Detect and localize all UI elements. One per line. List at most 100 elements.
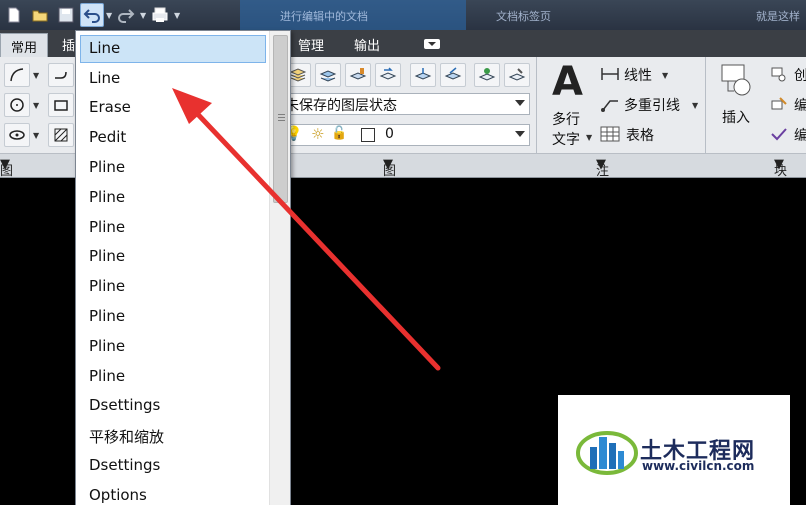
undo-list-item[interactable]: Dsettings (80, 392, 266, 420)
layer-combo[interactable]: 💡 ☼ 🔓 0 (280, 124, 530, 146)
open-file-button[interactable] (28, 3, 52, 27)
undo-list-item[interactable]: Options (80, 482, 266, 505)
undo-dropdown-icon[interactable]: ▼ (106, 11, 114, 20)
annotation-panel-title[interactable]: 注释 ▼ (596, 157, 609, 198)
layer-walk-icon (508, 68, 526, 81)
layer-tool-7-button[interactable] (474, 63, 500, 87)
layer-tool-2-button[interactable] (315, 63, 341, 87)
edit-block-button[interactable]: 编 (770, 93, 806, 117)
scrollbar-thumb[interactable] (273, 35, 288, 203)
multileader-icon (601, 100, 618, 112)
undo-list-item[interactable]: Line (80, 35, 266, 63)
cad-window: ▼ ▼ ▼ 进行编辑中的文档 文档标签页 就是这样 常用 插 管理 输出 ▼ ▼… (0, 0, 806, 505)
tab-output[interactable]: 输出 (354, 35, 380, 54)
create-block-button[interactable]: 创 (770, 63, 806, 87)
rectangle-tool-button[interactable] (48, 93, 74, 117)
undo-list-item[interactable]: Pline (80, 303, 266, 331)
multileader-label: 多重引线 (624, 98, 680, 114)
layer-state-value: 未保存的图层状态 (285, 98, 397, 114)
undo-list-item[interactable]: Erase (80, 94, 266, 122)
ellipse-tool-button[interactable] (4, 123, 30, 147)
text-a-icon: A (552, 59, 583, 105)
title-right-text: 就是这样 (756, 10, 800, 23)
undo-list-item[interactable]: Line (80, 65, 266, 93)
undo-list-item[interactable]: Dsettings (80, 452, 266, 480)
customize-dropdown-icon[interactable]: ▼ (174, 11, 182, 20)
new-file-icon (8, 7, 20, 23)
sun-icon: ☼ (311, 125, 325, 143)
undo-list-item[interactable]: Pline (80, 363, 266, 391)
multiline-text-button[interactable]: A 多行 文字 ▼ (548, 59, 592, 149)
edit-attributes-icon (771, 128, 787, 141)
insert-block-button[interactable]: 插入 (716, 61, 760, 147)
new-file-button[interactable] (2, 3, 26, 27)
quick-access-buttons: ▼ ▼ ▼ (2, 2, 182, 28)
watermark: 土木工程网 www.civilcn.com (558, 395, 790, 505)
plot-button[interactable] (148, 3, 172, 27)
ellipse-icon (9, 130, 25, 140)
multiline-text-label-1: 多行 (552, 112, 580, 128)
layer-tool-3-button[interactable] (345, 63, 371, 87)
grip-line (278, 117, 285, 118)
dropdown-scrollbar[interactable] (269, 31, 290, 505)
layer-properties-icon (289, 68, 307, 82)
linear-label: 线性 (624, 68, 652, 84)
multiline-text-dropdown-icon[interactable]: ▼ (586, 133, 592, 142)
ellipse-dropdown-icon[interactable]: ▼ (33, 131, 39, 140)
grip-line (278, 114, 285, 115)
watermark-url: www.civilcn.com (642, 459, 755, 473)
printer-icon (152, 7, 168, 22)
ribbon-minimize-icon[interactable] (424, 39, 440, 49)
redo-button[interactable] (114, 3, 138, 27)
layers-panel-title[interactable]: 图层 ▼ (383, 157, 396, 198)
layer-tool-8-button[interactable] (504, 63, 530, 87)
unlock-icon: 🔓 (331, 126, 348, 141)
layer-tool-4-button[interactable] (375, 63, 401, 87)
document-tab-label: 进行编辑中的文档 (280, 10, 368, 23)
arc-dropdown-icon[interactable]: ▼ (33, 71, 39, 80)
layer-tool-6-button[interactable] (440, 63, 466, 87)
multileader-dropdown-icon[interactable]: ▼ (692, 101, 698, 110)
undo-list-item[interactable]: Pline (80, 243, 266, 271)
draw-panel-title[interactable]: 图 ▼ (0, 157, 13, 179)
undo-list-item[interactable]: Pline (80, 273, 266, 301)
layer-isolate-icon (478, 68, 496, 81)
linear-dimension-button[interactable]: 线性 ▼ (600, 63, 700, 87)
multiline-text-label-2: 文字 (552, 132, 580, 148)
undo-list-item[interactable]: Pedit (80, 124, 266, 152)
multileader-button[interactable]: 多重引线 ▼ (600, 93, 704, 117)
tab-insert[interactable]: 插 (62, 35, 75, 54)
undo-history-dropdown: Line Line Erase Pedit Pline Pline Pline … (75, 30, 291, 505)
arc-tool-button[interactable] (4, 63, 30, 87)
layer-tool-5-button[interactable] (410, 63, 436, 87)
folder-icon (32, 10, 48, 22)
redo-dropdown-icon[interactable]: ▼ (140, 11, 148, 20)
undo-list-item[interactable]: 平移和缩放 (80, 422, 266, 450)
chevron-down-icon (515, 131, 525, 137)
save-button[interactable] (54, 3, 78, 27)
table-icon (600, 126, 620, 142)
undo-list-item[interactable]: Pline (80, 333, 266, 361)
layer-state-combo[interactable]: 未保存的图层状态 (280, 93, 530, 115)
redo-icon (118, 9, 135, 23)
undo-list-item[interactable]: Pline (80, 154, 266, 182)
circle-tool-button[interactable] (4, 93, 30, 117)
layer-stack-icon (319, 70, 337, 82)
tab-manage[interactable]: 管理 (298, 35, 324, 54)
hatch-tool-button[interactable] (48, 123, 74, 147)
linear-dropdown-icon[interactable]: ▼ (662, 71, 668, 80)
edit-attributes-button[interactable]: 编 (770, 123, 806, 147)
save-icon (58, 7, 74, 23)
block-panel-title[interactable]: 块 ▼ (774, 157, 787, 179)
undo-button[interactable] (80, 3, 104, 27)
polyline-tool-button[interactable] (48, 63, 74, 87)
circle-dropdown-icon[interactable]: ▼ (33, 101, 39, 110)
undo-list-item[interactable]: Pline (80, 184, 266, 212)
tab-home[interactable]: 常用 (0, 33, 49, 57)
layer-name-value: 0 (385, 126, 394, 142)
block-panel-label: 块 (774, 164, 788, 179)
hatch-icon (54, 128, 68, 142)
table-button[interactable]: 表格 (600, 123, 680, 147)
circle-icon (10, 98, 24, 112)
undo-list-item[interactable]: Pline (80, 214, 266, 242)
